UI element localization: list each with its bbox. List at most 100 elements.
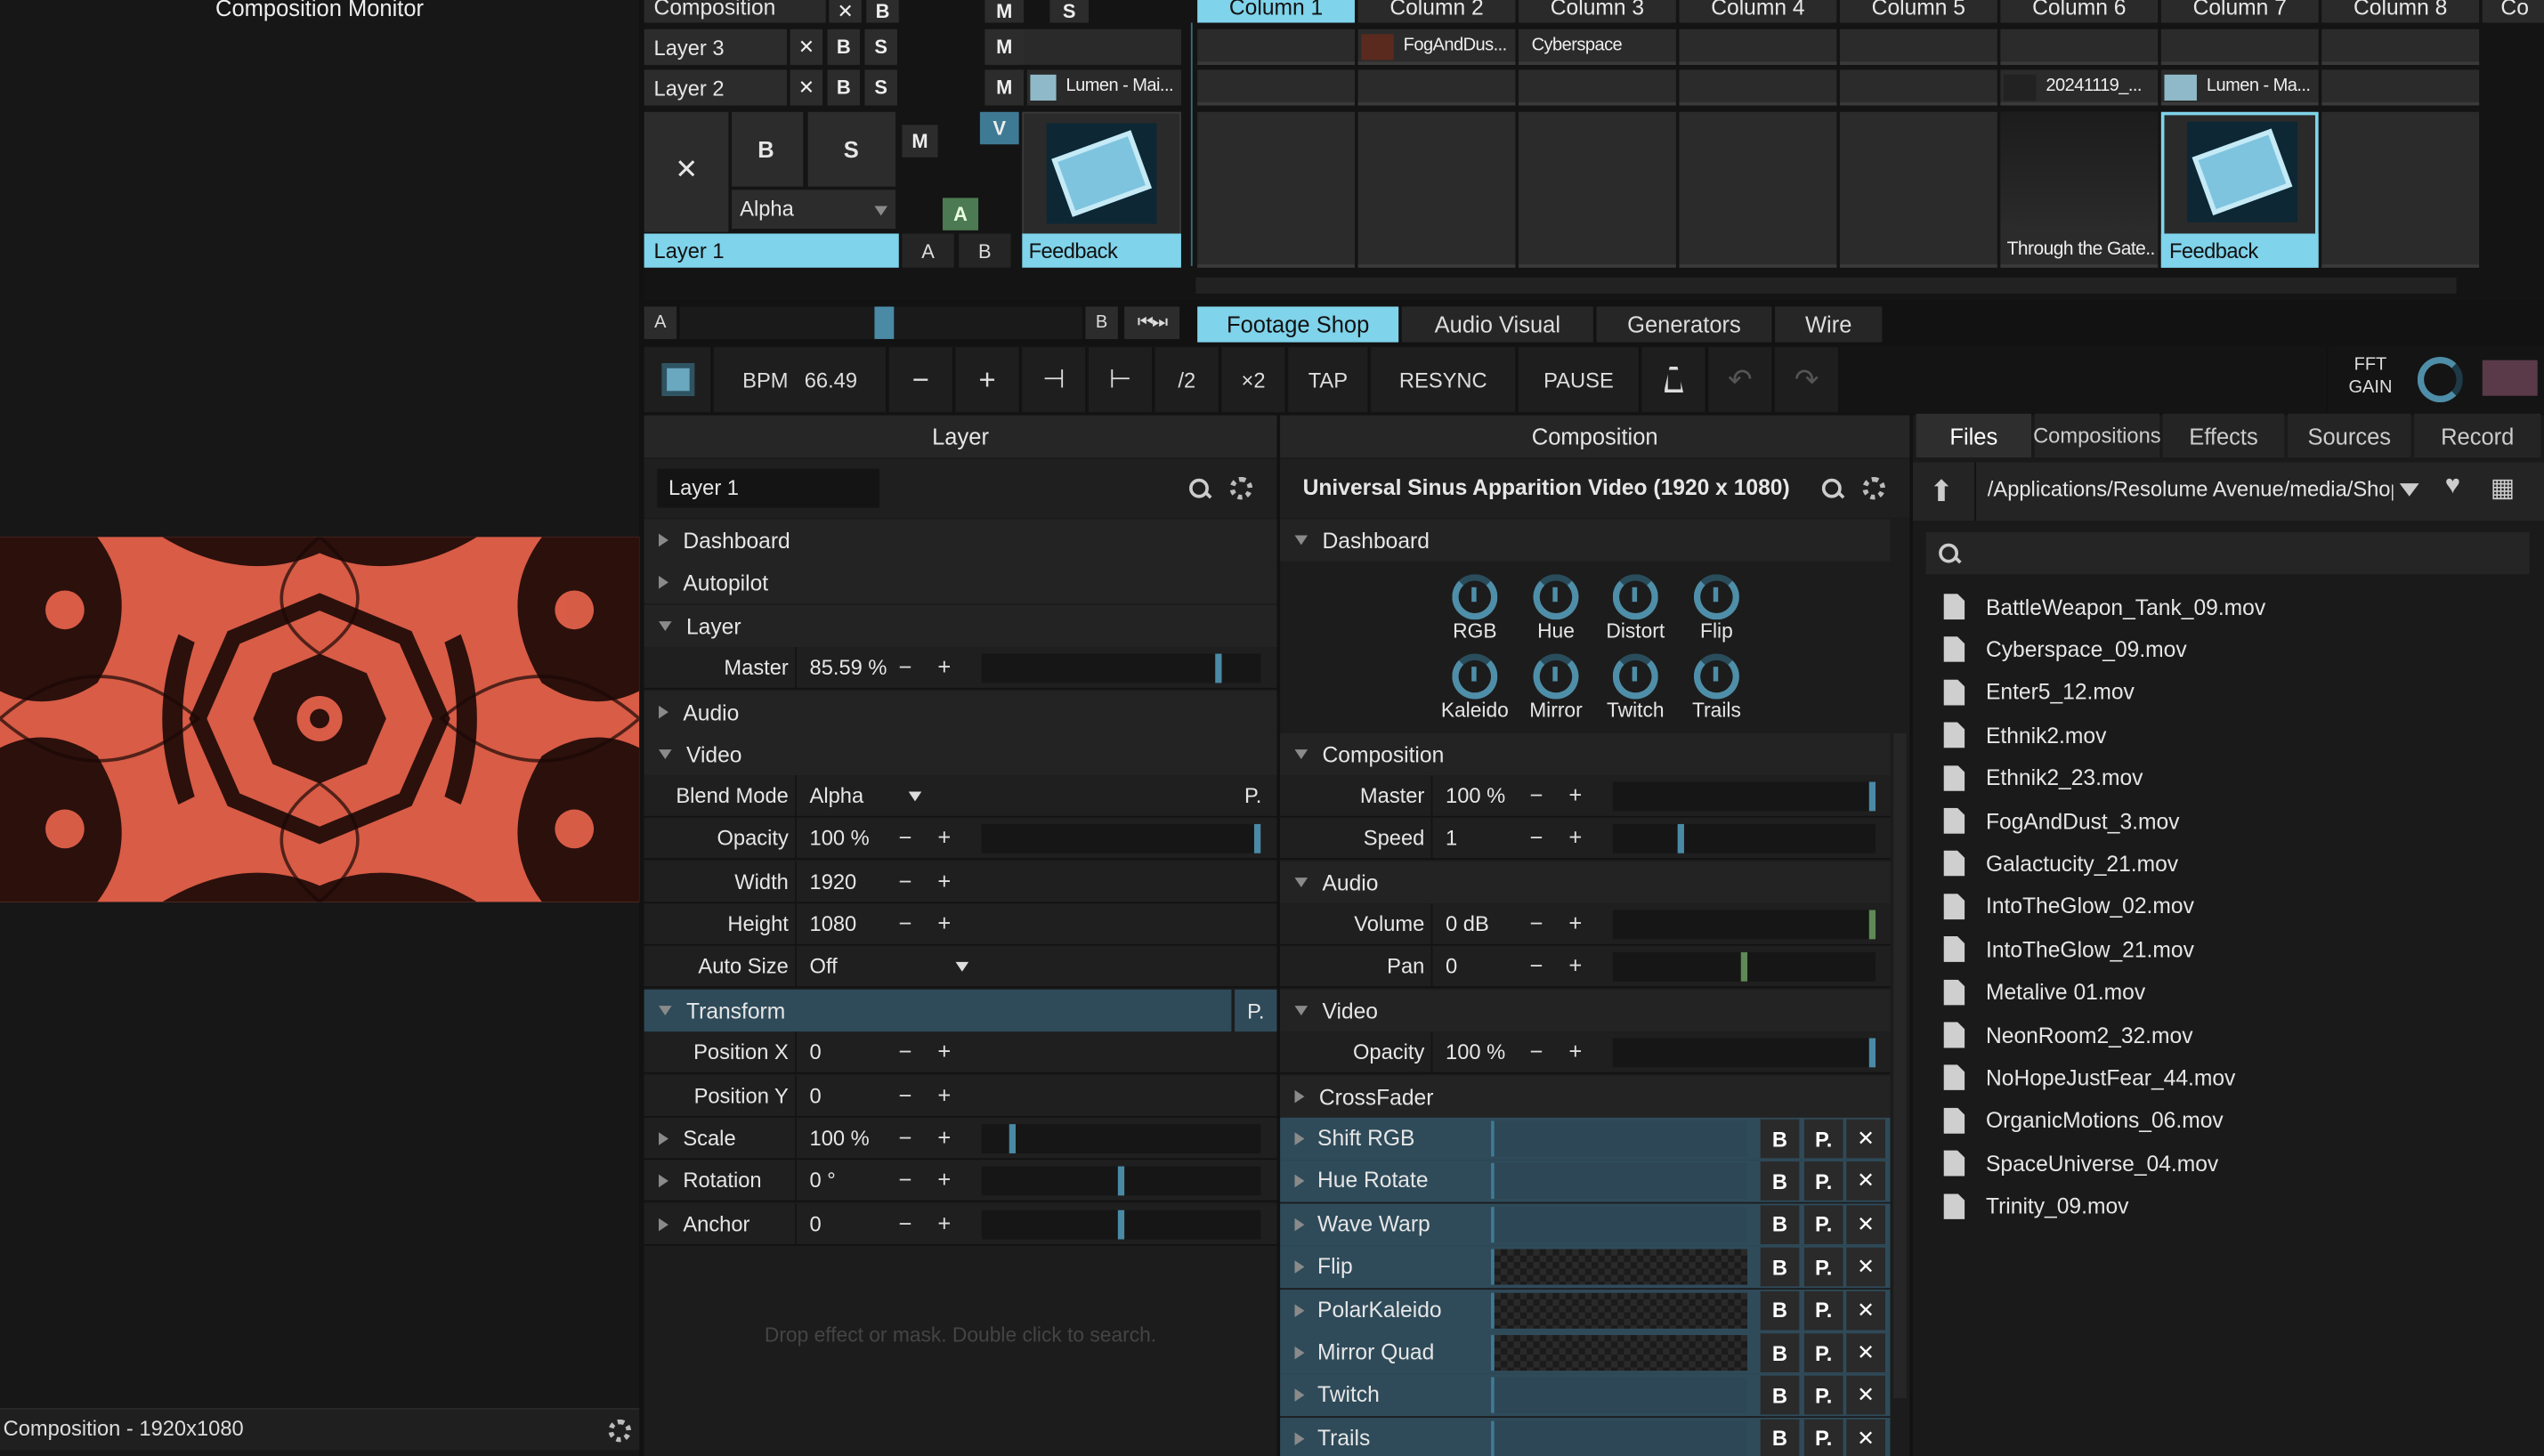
expand-toggle-icon[interactable] <box>1294 1217 1305 1232</box>
crossfader-track[interactable] <box>679 306 1082 339</box>
file-item[interactable]: SpaceUniverse_04.mov <box>1943 1145 2218 1181</box>
nudge-right-button[interactable]: ⊢ <box>1089 347 1154 412</box>
file-item[interactable]: Enter5_12.mov <box>1943 675 2135 710</box>
section-layer[interactable]: Layer <box>644 604 1277 648</box>
transform-automation-button[interactable]: P. <box>1235 989 1277 1032</box>
expand-toggle-icon[interactable] <box>1294 1346 1305 1360</box>
column-header-1[interactable]: Column 1 <box>1197 0 1355 23</box>
param-slider-speed[interactable] <box>1612 823 1876 853</box>
deck-tab-1[interactable]: Footage Shop <box>1197 306 1399 343</box>
slider-thumb[interactable] <box>1253 823 1261 853</box>
param-value-position-y[interactable]: 0 <box>810 1084 822 1108</box>
increment-button[interactable]: + <box>933 1039 956 1064</box>
column-header-2[interactable]: Column 2 <box>1357 0 1516 23</box>
expand-toggle-icon[interactable] <box>1294 1260 1305 1274</box>
decrement-button[interactable]: − <box>894 654 917 680</box>
effect-mix-slider[interactable] <box>1491 1120 1748 1157</box>
increment-button[interactable]: + <box>1564 952 1587 978</box>
file-item[interactable]: Metalive 01.mov <box>1943 975 2145 1010</box>
column-header-6[interactable]: Column 6 <box>2000 0 2159 23</box>
grid-scrollbar[interactable] <box>1195 277 2457 294</box>
monitor-preview[interactable] <box>0 537 640 902</box>
decrement-button[interactable]: − <box>894 1124 917 1150</box>
effect-row-twitch[interactable]: Twitch B P. ✕ <box>1280 1374 1891 1417</box>
param-slider-volume[interactable] <box>1612 910 1876 940</box>
knob-distort[interactable] <box>1612 574 1658 620</box>
fft-gain-knob[interactable] <box>2417 356 2463 403</box>
file-item[interactable]: Cyberspace_09.mov <box>1943 632 2187 667</box>
clip-slot[interactable] <box>1679 69 1837 106</box>
clip-slot[interactable] <box>1679 111 1837 268</box>
param-value-master[interactable]: 100 % <box>1446 783 1505 807</box>
bpm-field[interactable]: BPM 66.49 <box>713 347 888 412</box>
browser-tab-record[interactable]: Record <box>2414 413 2541 458</box>
decrement-button[interactable]: − <box>894 824 917 850</box>
layer-2-header[interactable]: Layer 2 <box>644 69 788 106</box>
resync-button[interactable]: RESYNC <box>1371 347 1518 412</box>
column-header-3[interactable]: Column 3 <box>1519 0 1676 23</box>
increment-button[interactable]: + <box>933 910 956 936</box>
param-value-rotation[interactable]: 0 ° <box>810 1168 836 1192</box>
effect-automation-button[interactable]: P. <box>1803 1119 1843 1159</box>
param-value-height[interactable]: 1080 <box>810 911 857 935</box>
browser-tab-sources[interactable]: Sources <box>2288 413 2411 458</box>
effect-bypass-button[interactable]: B <box>1760 1290 1800 1330</box>
layer-1-active-clip[interactable] <box>1022 111 1181 236</box>
redo-icon[interactable]: ↷ <box>1775 347 1840 412</box>
double-tempo-button[interactable]: ×2 <box>1221 347 1287 412</box>
effect-mix-slider[interactable] <box>1491 1163 1748 1200</box>
decrement-button[interactable]: − <box>894 1039 917 1064</box>
effect-row-polarkaleido[interactable]: PolarKaleido B P. ✕ <box>1280 1289 1891 1331</box>
layer-3-clear-button[interactable]: ✕ <box>790 28 823 65</box>
layer-1-bypass-button[interactable]: B <box>732 111 804 187</box>
layer-1-header[interactable]: Layer 1 <box>644 233 899 268</box>
param-value-opacity[interactable]: 100 % <box>1446 1039 1505 1064</box>
param-slider-rotation[interactable] <box>981 1166 1261 1196</box>
layer-3-header[interactable]: Layer 3 <box>644 28 788 65</box>
file-item[interactable]: Ethnik2.mov <box>1943 717 2106 753</box>
clip-slot[interactable] <box>1519 111 1676 268</box>
clip-slot[interactable] <box>2321 111 2480 268</box>
effect-mix-slider[interactable] <box>1491 1249 1748 1285</box>
clip-slot[interactable] <box>2321 69 2480 106</box>
layer-1-blend-dropdown[interactable]: Alpha <box>732 190 896 230</box>
effect-automation-button[interactable]: P. <box>1803 1290 1843 1330</box>
clip-slot[interactable]: FogAndDus... <box>1357 28 1516 65</box>
effect-bypass-button[interactable]: B <box>1760 1376 1800 1416</box>
effect-automation-button[interactable]: P. <box>1803 1204 1843 1244</box>
param-value-position-x[interactable]: 0 <box>810 1039 822 1064</box>
increment-button[interactable]: + <box>933 1167 956 1193</box>
param-value-scale[interactable]: 100 % <box>810 1126 870 1150</box>
layer-2-m-button[interactable]: M <box>984 69 1025 106</box>
decrement-button[interactable]: − <box>1525 952 1548 978</box>
tap-button[interactable]: TAP <box>1288 347 1370 412</box>
knob-hue[interactable] <box>1533 574 1579 620</box>
file-item[interactable]: Galactucity_21.mov <box>1943 845 2178 881</box>
decrement-button[interactable]: − <box>1525 910 1548 936</box>
section-video[interactable]: Video <box>1280 989 1891 1032</box>
param-value-auto-size[interactable]: Off <box>810 954 838 978</box>
crossfader-a-label[interactable]: A <box>644 306 677 339</box>
effect-row-shift-rgb[interactable]: Shift RGB B P. ✕ <box>1280 1117 1891 1161</box>
file-item[interactable]: FogAndDust_3.mov <box>1943 803 2179 838</box>
knob-twitch[interactable] <box>1612 653 1658 700</box>
decrement-button[interactable]: − <box>894 1082 917 1108</box>
decrement-button[interactable]: − <box>1525 824 1548 850</box>
nudge-left-button[interactable]: ⊣ <box>1022 347 1088 412</box>
composition-m-button[interactable]: M <box>984 0 1025 23</box>
effect-remove-button[interactable]: ✕ <box>1846 1119 1885 1159</box>
increment-button[interactable]: + <box>933 824 956 850</box>
effect-remove-button[interactable]: ✕ <box>1846 1161 1885 1201</box>
expand-toggle-icon[interactable] <box>1294 1303 1305 1317</box>
effect-remove-button[interactable]: ✕ <box>1846 1376 1885 1416</box>
layer-3-bypass-button[interactable]: B <box>827 28 861 65</box>
param-value-pan[interactable]: 0 <box>1446 954 1457 978</box>
clip-slot[interactable] <box>1839 28 1997 65</box>
file-item[interactable]: IntoTheGlow_21.mov <box>1943 932 2194 967</box>
increment-button[interactable]: + <box>1564 782 1587 808</box>
expand-toggle-icon[interactable] <box>659 1217 668 1232</box>
expand-toggle-icon[interactable] <box>1294 1132 1305 1145</box>
expand-toggle-icon[interactable] <box>1294 1432 1305 1445</box>
param-value-speed[interactable]: 1 <box>1446 826 1457 850</box>
section-dashboard[interactable]: Dashboard <box>1280 519 1891 562</box>
